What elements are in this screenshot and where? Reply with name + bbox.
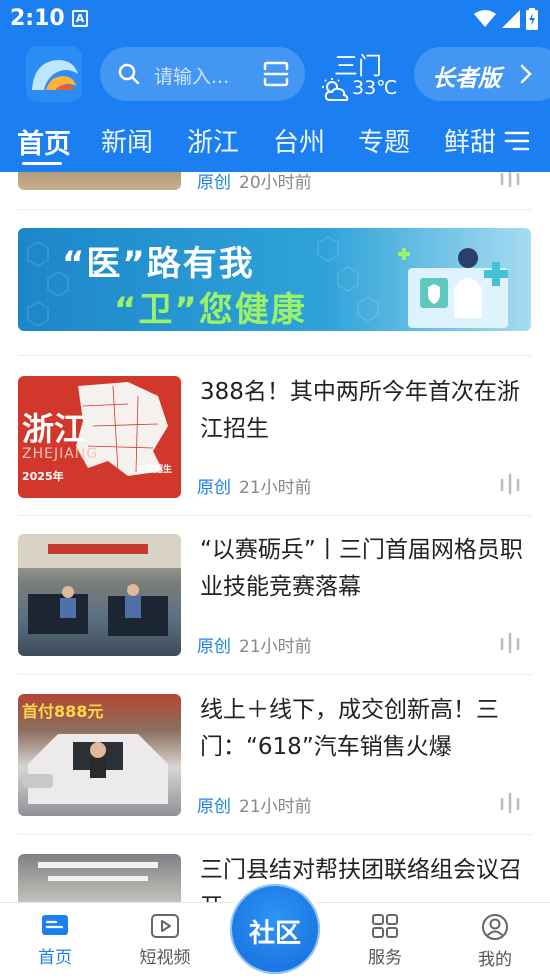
grid-icon: [372, 914, 398, 938]
tab-home[interactable]: 首页: [17, 122, 71, 161]
scan-icon[interactable]: [263, 61, 289, 87]
notification-icon: A: [72, 10, 88, 27]
thumbnail-title: 首付888元: [22, 702, 104, 721]
nav-services[interactable]: 服务: [345, 913, 425, 968]
elder-mode-button[interactable]: 长者版: [414, 47, 550, 101]
article-tag: 原创: [197, 173, 231, 193]
classroom-photo: [18, 534, 181, 636]
tab-zhejiang[interactable]: 浙江: [187, 122, 239, 159]
meeting-photo: [38, 862, 158, 881]
user-icon: [482, 914, 508, 940]
list-item[interactable]: 首付888元 线上＋线下，成交创新高！三门：“618”汽车销售火爆 原创 21小时…: [0, 692, 550, 852]
doctor-illustration: [398, 248, 508, 328]
thumbnail-badge: 安徽招生: [136, 465, 173, 475]
divider: [18, 834, 532, 835]
top-header: 2:10 A 请输入... 三门 33℃ 长者版 首页 新闻 浙江 台州 专题 …: [0, 0, 550, 172]
divider: [18, 355, 532, 356]
divider: [18, 674, 532, 675]
more-options-icon[interactable]: [499, 172, 521, 188]
article-thumbnail: 浙江 ZHEJIANG 2025年 安徽招生: [18, 376, 181, 498]
weather-city: 三门: [334, 52, 382, 80]
tab-topics[interactable]: 专题: [358, 122, 410, 159]
elder-mode-label: 长者版: [432, 66, 501, 92]
divider: [18, 209, 532, 210]
nav-short-video[interactable]: 短视频: [125, 913, 205, 968]
status-icons: [474, 8, 538, 30]
nav-home-label: 首页: [38, 948, 72, 968]
more-options-icon[interactable]: [499, 473, 521, 495]
article-time: 21小时前: [239, 478, 312, 498]
tab-news[interactable]: 新闻: [101, 122, 153, 159]
search-box[interactable]: 请输入...: [100, 47, 305, 101]
nav-mine[interactable]: 我的: [455, 913, 535, 970]
partly-cloudy-icon: [322, 78, 349, 101]
article-thumbnail: 首付888元: [18, 694, 181, 816]
tab-fresh[interactable]: 鲜甜: [444, 122, 496, 159]
banner-headline: “医”路有我: [62, 244, 255, 284]
article-tag: 原创: [197, 637, 231, 657]
chevron-right-icon: [520, 64, 532, 84]
list-item[interactable]: “以赛砺兵”丨三门首届网格员职业技能竞赛落幕 原创 21小时前: [0, 532, 550, 692]
health-banner[interactable]: “医”路有我 “卫”您健康: [18, 228, 531, 331]
status-bar: 2:10 A: [0, 0, 550, 38]
channel-tabs: 首页 新闻 浙江 台州 专题 鲜甜: [0, 118, 550, 168]
article-time: 20小时前: [239, 173, 312, 193]
nav-short-video-label: 短视频: [139, 948, 191, 968]
community-label: 社区: [248, 919, 301, 949]
article-meta: 原创 21小时前: [197, 473, 312, 498]
article-tag: 原创: [197, 797, 231, 817]
community-button[interactable]: 社区: [226, 880, 324, 978]
article-time: 21小时前: [239, 797, 312, 817]
article-title: 线上＋线下，成交创新高！三门：“618”汽车销售火爆: [200, 697, 499, 760]
video-play-icon: [151, 914, 179, 938]
nav-home[interactable]: 首页: [15, 913, 95, 968]
article-thumbnail: [18, 534, 181, 656]
article-tag: 原创: [197, 478, 231, 498]
article-meta: 原创 21小时前: [197, 632, 312, 657]
nav-mine-label: 我的: [478, 950, 512, 970]
thumbnail-subtitle: ZHEJIANG: [22, 446, 99, 462]
channel-menu-icon[interactable]: [504, 130, 530, 152]
divider: [18, 515, 532, 516]
more-options-icon[interactable]: [499, 632, 521, 654]
search-icon: [118, 63, 140, 85]
article-time: 21小时前: [239, 637, 312, 657]
article-title: “以赛砺兵”丨三门首届网格员职业技能竞赛落幕: [200, 537, 523, 600]
weather-temp: 33℃: [352, 77, 398, 99]
active-tab-indicator: [22, 162, 62, 165]
more-options-icon[interactable]: [499, 792, 521, 814]
thumbnail-year: 2025年: [22, 470, 64, 483]
article-meta: 原创 21小时前: [197, 792, 312, 817]
search-placeholder: 请输入...: [154, 66, 230, 88]
status-time: 2:10: [10, 6, 65, 31]
news-feed[interactable]: 原创 20小时前 “医”路有我 “卫”您健康 浙江 ZHEJIANG 2025年…: [0, 172, 550, 902]
list-item[interactable]: 浙江 ZHEJIANG 2025年 安徽招生 388名！其中两所今年首次在浙江招…: [0, 372, 550, 532]
article-meta: 原创 20小时前: [197, 172, 312, 193]
list-item[interactable]: 原创 20小时前: [0, 172, 550, 210]
app-logo-icon: [26, 46, 82, 102]
signal-icon: [502, 10, 520, 28]
article-thumbnail: [18, 854, 181, 902]
wifi-icon: [474, 10, 496, 27]
thumbnail-title: 浙江: [22, 410, 87, 448]
weather-widget[interactable]: 三门 33℃: [320, 46, 400, 104]
app-logo[interactable]: [26, 46, 82, 102]
tab-taizhou[interactable]: 台州: [273, 122, 325, 159]
banner-subline: “卫”您健康: [114, 290, 307, 330]
home-icon: [42, 915, 68, 935]
battery-icon: [526, 8, 538, 30]
article-title: 388名！其中两所今年首次在浙江招生: [200, 379, 520, 442]
nav-services-label: 服务: [368, 948, 402, 968]
article-thumbnail: [18, 172, 181, 190]
